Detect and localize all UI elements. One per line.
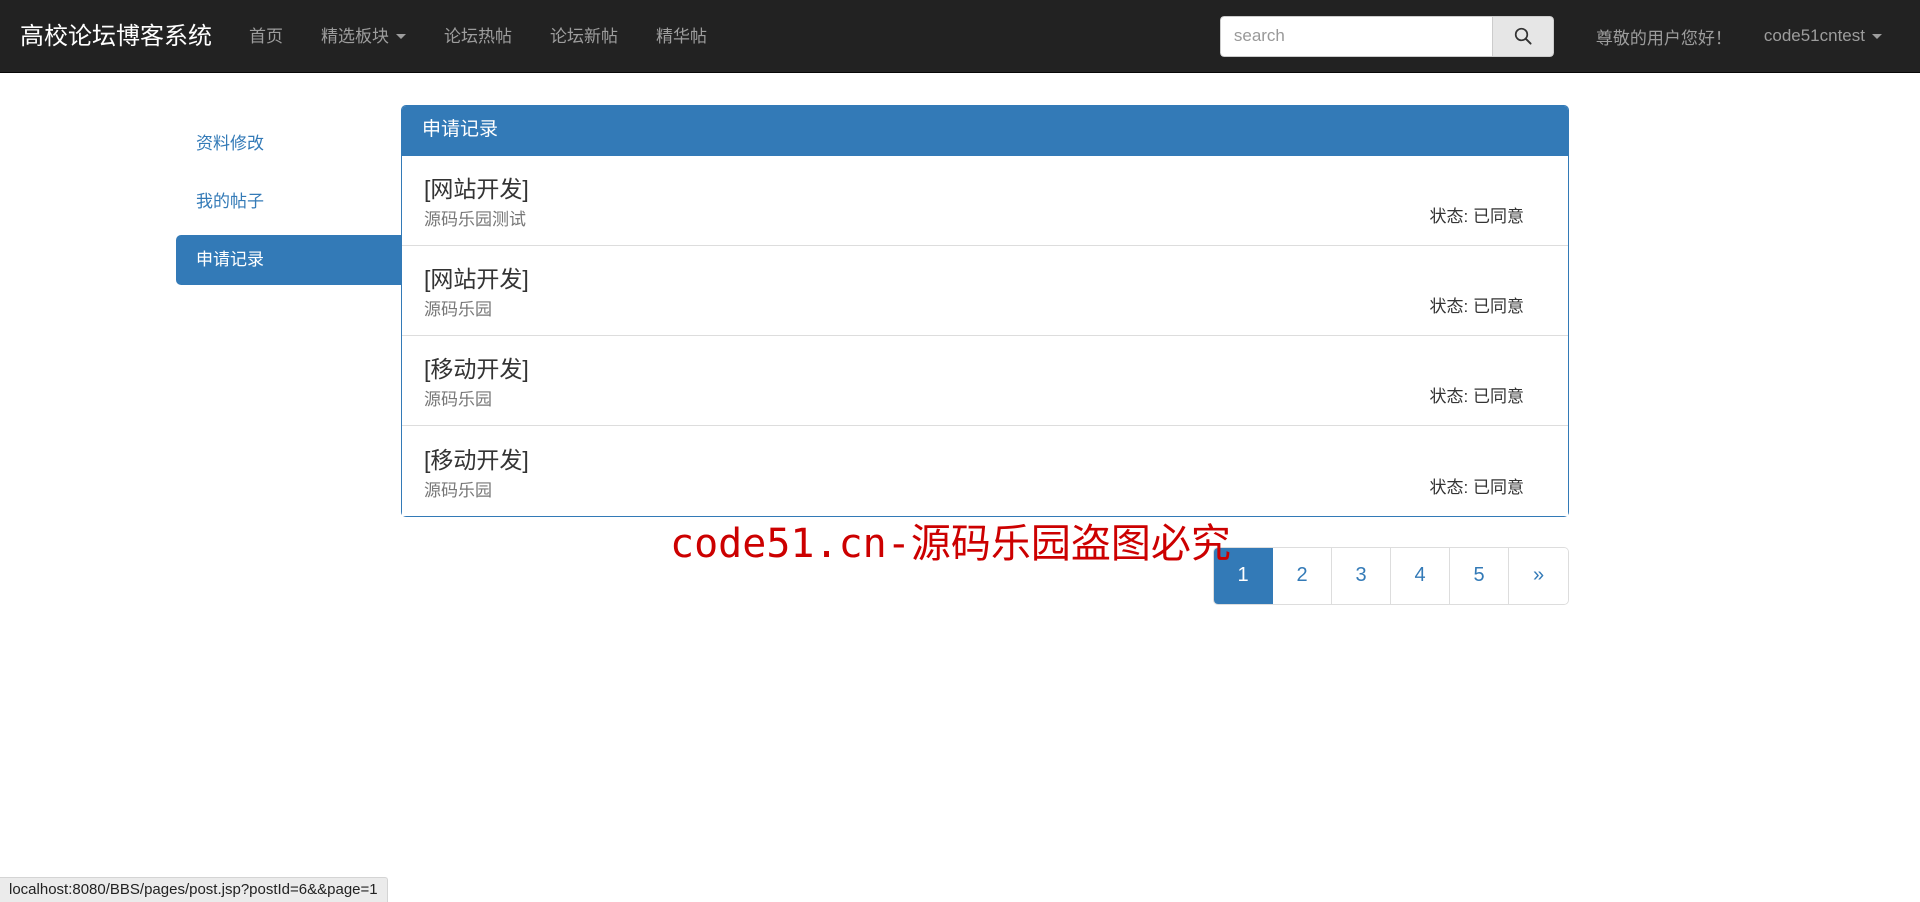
search-input[interactable] [1219, 15, 1492, 57]
application-records-panel: 申请记录 [网站开发] 源码乐园测试 状态: 已同意 [网站开发] 源码乐园 状… [401, 105, 1569, 517]
nav-item-featured-boards[interactable]: 精选板块 [302, 0, 425, 73]
status-value: 已同意 [1473, 477, 1524, 497]
list-item[interactable]: [移动开发] 源码乐园 状态: 已同意 [402, 335, 1568, 426]
status-badge: 状态: 已同意 [1430, 473, 1546, 502]
record-subtitle: 源码乐园 [424, 299, 492, 319]
record-info: [网站开发] 源码乐园 [424, 263, 529, 321]
primary-nav: 首页 精选板块 论坛热帖 论坛新帖 精华帖 [230, 0, 726, 73]
record-subtitle: 源码乐园 [424, 480, 492, 500]
page-container: 资料修改 我的帖子 申请记录 申请记录 [网站开发] 源码乐园测试 状态: 已同… [0, 73, 1920, 605]
chevron-down-icon [1872, 33, 1882, 39]
search-form [1219, 15, 1554, 57]
main-content: 申请记录 [网站开发] 源码乐园测试 状态: 已同意 [网站开发] 源码乐园 状… [401, 105, 1569, 605]
list-item[interactable]: [网站开发] 源码乐园测试 状态: 已同意 [402, 155, 1568, 246]
status-label: 状态: [1429, 386, 1469, 406]
status-value: 已同意 [1473, 206, 1524, 226]
page-link-5[interactable]: 5 [1450, 547, 1509, 604]
page-link-1[interactable]: 1 [1214, 547, 1273, 604]
status-badge: 状态: 已同意 [1430, 292, 1546, 321]
status-label: 状态: [1429, 296, 1469, 316]
record-info: [移动开发] 源码乐园 [424, 353, 529, 411]
nav-item-featured-boards-label: 精选板块 [321, 26, 389, 46]
search-icon [1514, 27, 1532, 45]
pagination: 1 2 3 4 5 » [1213, 546, 1569, 605]
page-link-4[interactable]: 4 [1391, 547, 1450, 604]
status-label: 状态: [1429, 477, 1469, 497]
record-subtitle: 源码乐园 [424, 389, 492, 409]
navbar-right-section: 尊敬的用户您好！ code51cntest [1219, 0, 1920, 73]
record-title: [网站开发] [424, 176, 529, 203]
record-info: [移动开发] 源码乐园 [424, 444, 529, 502]
pagination-container: 1 2 3 4 5 » [401, 517, 1569, 605]
nav-item-hot-posts[interactable]: 论坛热帖 [425, 0, 531, 73]
panel-title: 申请记录 [402, 106, 1568, 156]
sidebar-item-my-posts-label: 我的帖子 [196, 192, 264, 212]
user-dropdown[interactable]: code51cntest [1748, 0, 1898, 73]
record-subtitle: 源码乐园测试 [424, 209, 526, 229]
nav-item-elite-posts[interactable]: 精华帖 [637, 0, 726, 73]
nav-item-hot-posts-label: 论坛热帖 [444, 26, 512, 46]
browser-status-bar: localhost:8080/BBS/pages/post.jsp?postId… [0, 877, 388, 902]
record-title: [移动开发] [424, 356, 529, 383]
list-item[interactable]: [网站开发] 源码乐园 状态: 已同意 [402, 245, 1568, 336]
page-link-next[interactable]: » [1509, 547, 1568, 604]
search-button[interactable] [1491, 15, 1554, 57]
site-brand[interactable]: 高校论坛博客系统 [0, 0, 230, 73]
nav-item-new-posts-label: 论坛新帖 [550, 26, 618, 46]
page-link-3[interactable]: 3 [1332, 547, 1391, 604]
page-link-2[interactable]: 2 [1273, 547, 1332, 604]
status-badge: 状态: 已同意 [1430, 382, 1546, 411]
status-value: 已同意 [1473, 296, 1524, 316]
user-name-label: code51cntest [1763, 26, 1865, 45]
nav-item-new-posts[interactable]: 论坛新帖 [531, 0, 637, 73]
sidebar-item-profile-edit-label: 资料修改 [196, 134, 264, 153]
status-label: 状态: [1429, 206, 1469, 226]
record-title: [网站开发] [424, 266, 529, 293]
top-navbar: 高校论坛博客系统 首页 精选板块 论坛热帖 论坛新帖 精华帖 search 尊敬… [0, 0, 1920, 73]
record-title: [移动开发] [424, 447, 529, 474]
record-info: [网站开发] 源码乐园测试 [424, 173, 529, 231]
user-greeting: 尊敬的用户您好！ [1595, 28, 1732, 48]
chevron-down-icon [396, 33, 406, 39]
status-badge: 状态: 已同意 [1430, 202, 1546, 231]
profile-sidebar: 资料修改 我的帖子 申请记录 [0, 105, 538, 293]
nav-item-elite-posts-label: 精华帖 [656, 26, 707, 46]
list-item[interactable]: [移动开发] 源码乐园 状态: 已同意 [402, 425, 1568, 516]
nav-item-home[interactable]: 首页 [230, 0, 302, 73]
status-value: 已同意 [1473, 386, 1524, 406]
nav-item-home-label: 首页 [249, 26, 283, 46]
sidebar-item-application-records-label: 申请记录 [196, 250, 264, 270]
application-records-list: [网站开发] 源码乐园测试 状态: 已同意 [网站开发] 源码乐园 状态: 已同… [402, 155, 1568, 516]
